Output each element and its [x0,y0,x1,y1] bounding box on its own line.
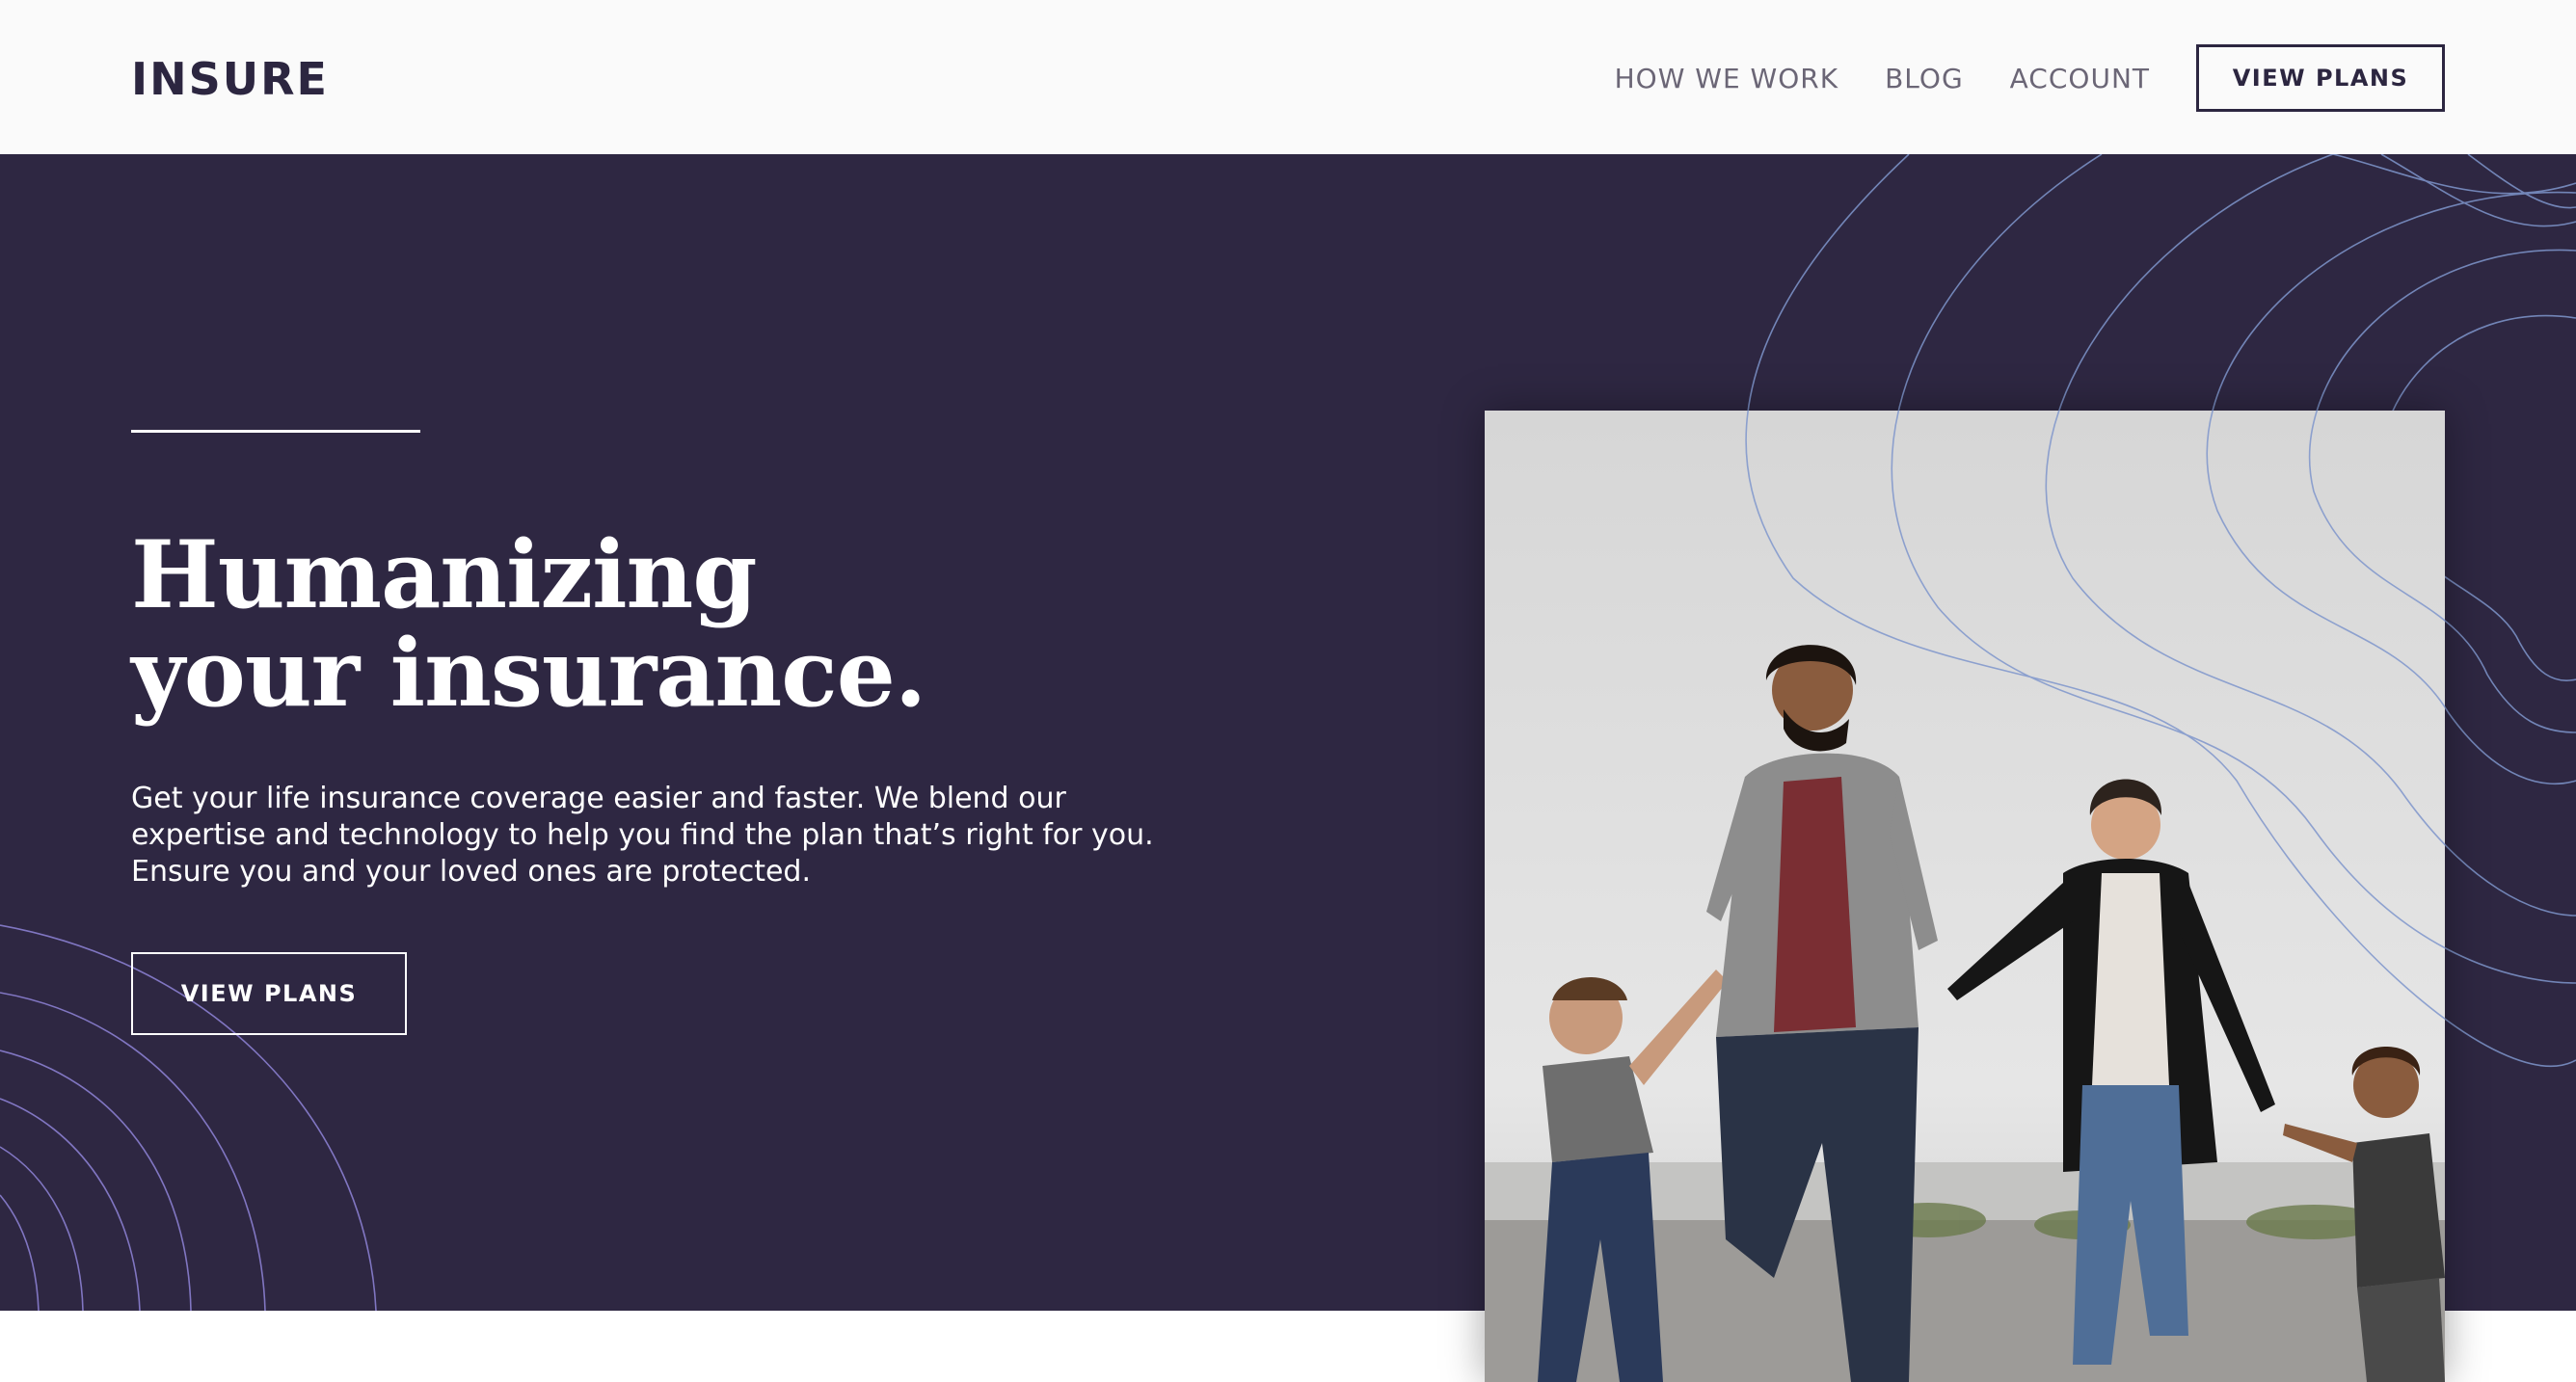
hero-title-line-2: your insurance. [131,619,926,728]
nav-link-account[interactable]: ACCOUNT [2010,63,2150,94]
site-header: INSURE HOW WE WORK BLOG ACCOUNT VIEW PLA… [0,0,2576,154]
hero-accent-line [131,430,420,433]
main-nav: HOW WE WORK BLOG ACCOUNT VIEW PLANS [1615,44,2445,112]
family-photo [1485,411,2445,1382]
insure-logo[interactable]: INSURE [131,56,349,98]
nav-link-blog[interactable]: BLOG [1885,63,1964,94]
hero-title: Humanizing your insurance. [131,526,1192,723]
svg-text:INSURE: INSURE [131,56,329,98]
contour-pattern-overlay [1745,411,2445,1021]
view-plans-header-button[interactable]: VIEW PLANS [2196,44,2445,112]
nav-link-how-we-work[interactable]: HOW WE WORK [1615,63,1839,94]
hero-title-line-1: Humanizing [131,520,757,629]
view-plans-hero-button[interactable]: VIEW PLANS [131,952,407,1035]
hero-description: Get your life insurance coverage easier … [131,782,1154,889]
